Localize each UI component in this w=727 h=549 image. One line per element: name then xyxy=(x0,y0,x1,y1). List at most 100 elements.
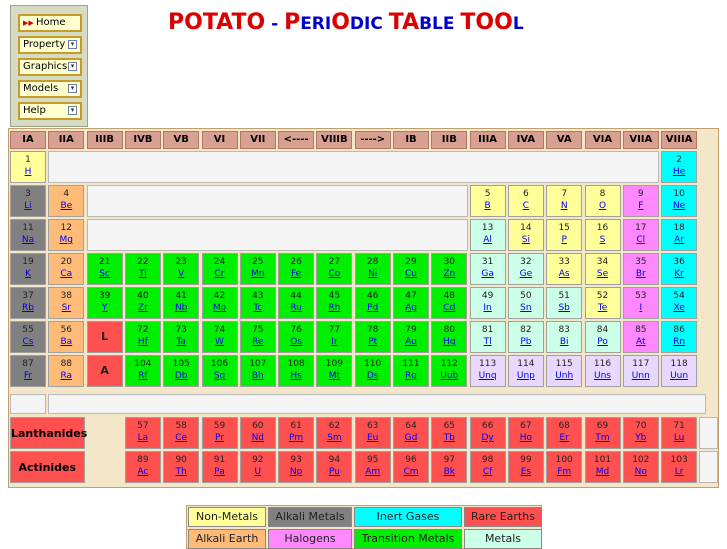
element-symbol-link[interactable]: Ce xyxy=(164,432,198,444)
element-symbol-link[interactable]: Bk xyxy=(432,466,466,478)
element-os[interactable]: 76 Os xyxy=(278,321,315,353)
element-pm[interactable]: 61 Pm xyxy=(278,417,315,449)
element-symbol-link[interactable]: Cs xyxy=(11,336,45,348)
element-ir[interactable]: 77 Ir xyxy=(316,321,353,353)
element-symbol-link[interactable]: Pm xyxy=(279,432,313,444)
menu-property-button[interactable]: Property ▾ xyxy=(18,36,82,54)
element-symbol-link[interactable]: U xyxy=(241,466,275,478)
element-u[interactable]: 92 U xyxy=(239,451,276,483)
element-tm[interactable]: 69 Tm xyxy=(584,417,621,449)
element-ds[interactable]: 110 Ds xyxy=(354,355,391,387)
element-symbol-link[interactable]: Nb xyxy=(164,302,198,314)
element-symbol-link[interactable]: Tm xyxy=(586,432,620,444)
element-symbol-link[interactable]: Ra xyxy=(49,370,83,382)
element-symbol-link[interactable]: Zn xyxy=(432,268,466,280)
element-symbol-link[interactable]: Pu xyxy=(317,466,351,478)
element-pu[interactable]: 94 Pu xyxy=(316,451,353,483)
element-symbol-link[interactable]: B xyxy=(471,200,505,212)
element-symbol-link[interactable]: Si xyxy=(509,234,543,246)
element-rf[interactable]: 104 Rf xyxy=(124,355,161,387)
element-pr[interactable]: 59 Pr xyxy=(201,417,238,449)
element-lr[interactable]: 103 Lr xyxy=(661,451,698,483)
element-rg[interactable]: 111 Rg xyxy=(393,355,429,387)
element-pb[interactable]: 82 Pb xyxy=(507,321,544,353)
element-symbol-link[interactable]: Er xyxy=(547,432,581,444)
element-po[interactable]: 84 Po xyxy=(584,321,621,353)
element-bh[interactable]: 107 Bh xyxy=(239,355,276,387)
element-mt[interactable]: 109 Mt xyxy=(316,355,353,387)
element-c[interactable]: 6C xyxy=(507,185,544,217)
element-symbol-link[interactable]: Gd xyxy=(394,432,428,444)
element-symbol-link[interactable]: Unn xyxy=(624,370,658,382)
element-symbol-link[interactable]: Ti xyxy=(126,268,160,280)
element-db[interactable]: 105 Db xyxy=(163,355,200,387)
element-symbol-link[interactable]: Ge xyxy=(509,268,543,280)
element-symbol-link[interactable]: Md xyxy=(586,466,620,478)
element-symbol-link[interactable]: Np xyxy=(279,466,313,478)
element-s[interactable]: 16 S xyxy=(584,219,621,251)
element-symbol-link[interactable]: Co xyxy=(317,268,351,280)
element-symbol-link[interactable]: K xyxy=(11,268,45,280)
element-in[interactable]: 49 In xyxy=(469,287,506,319)
element-symbol-link[interactable]: Uun xyxy=(662,370,696,382)
element-nd[interactable]: 60 Nd xyxy=(239,417,276,449)
element-symbol-link[interactable]: H xyxy=(11,166,45,178)
element-mo[interactable]: 42 Mo xyxy=(201,287,238,319)
element-w[interactable]: 74 W xyxy=(201,321,238,353)
element-ac[interactable]: 89 Ac xyxy=(124,451,161,483)
element-al[interactable]: 13 Al xyxy=(469,219,506,251)
element-li[interactable]: 3 Li xyxy=(10,185,46,217)
element-symbol-link[interactable]: At xyxy=(624,336,658,348)
element-mg[interactable]: 12 Mg xyxy=(48,219,85,251)
element-y[interactable]: 39 Y xyxy=(86,287,123,319)
element-symbol-link[interactable]: Sc xyxy=(88,268,122,280)
element-n[interactable]: 7N xyxy=(546,185,583,217)
element-symbol-link[interactable]: Am xyxy=(356,466,390,478)
element-se[interactable]: 34 Se xyxy=(584,253,621,285)
element-am[interactable]: 95 Am xyxy=(354,451,391,483)
element-symbol-link[interactable]: N xyxy=(547,200,581,212)
element-sc[interactable]: 21 Sc xyxy=(86,253,123,285)
element-symbol-link[interactable]: Uub xyxy=(432,370,466,382)
element-nb[interactable]: 41 Nb xyxy=(163,287,200,319)
element-pa[interactable]: 91 Pa xyxy=(201,451,238,483)
element-symbol-link[interactable]: Mg xyxy=(49,234,83,246)
series-marker-l[interactable]: L xyxy=(86,321,123,353)
element-cf[interactable]: 98 Cf xyxy=(469,451,506,483)
element-symbol-link[interactable]: F xyxy=(624,200,658,212)
element-symbol-link[interactable]: Ho xyxy=(509,432,543,444)
element-hg[interactable]: 80 Hg xyxy=(431,321,468,353)
element-symbol-link[interactable]: P xyxy=(547,234,581,246)
element-br[interactable]: 35 Br xyxy=(622,253,659,285)
element-no[interactable]: 102 No xyxy=(622,451,659,483)
element-symbol-link[interactable]: Eu xyxy=(356,432,390,444)
element-symbol-link[interactable]: V xyxy=(164,268,198,280)
element-np[interactable]: 93 Np xyxy=(278,451,315,483)
element-symbol-link[interactable]: S xyxy=(586,234,620,246)
element-symbol-link[interactable]: Li xyxy=(11,200,45,212)
element-ca[interactable]: 20 Ca xyxy=(48,253,85,285)
element-cl[interactable]: 17 Cl xyxy=(622,219,659,251)
element-pd[interactable]: 46 Pd xyxy=(354,287,391,319)
element-th[interactable]: 90 Th xyxy=(163,451,200,483)
element-symbol-link[interactable]: Ni xyxy=(356,268,390,280)
element-k[interactable]: 19 K xyxy=(10,253,46,285)
element-symbol-link[interactable]: Cm xyxy=(394,466,428,478)
element-symbol-link[interactable]: Ne xyxy=(662,200,696,212)
element-unn[interactable]: 117 Unn xyxy=(622,355,659,387)
element-symbol-link[interactable]: Ac xyxy=(126,466,160,478)
element-sn[interactable]: 50 Sn xyxy=(507,287,544,319)
chevron-down-icon[interactable]: ▾ xyxy=(68,40,77,49)
element-rb[interactable]: 37 Rb xyxy=(10,287,46,319)
element-si[interactable]: 14 Si xyxy=(507,219,544,251)
element-symbol-link[interactable]: Ir xyxy=(317,336,351,348)
element-symbol-link[interactable]: Unh xyxy=(547,370,581,382)
element-cs[interactable]: 55 Cs xyxy=(10,321,46,353)
element-ra[interactable]: 88 Ra xyxy=(48,355,85,387)
element-tl[interactable]: 81 Tl xyxy=(469,321,506,353)
element-symbol-link[interactable]: Sg xyxy=(203,370,237,382)
element-symbol-link[interactable]: Sm xyxy=(317,432,351,444)
element-pt[interactable]: 78 Pt xyxy=(354,321,391,353)
element-tc[interactable]: 43 Tc xyxy=(239,287,276,319)
element-bi[interactable]: 83 Bi xyxy=(546,321,583,353)
